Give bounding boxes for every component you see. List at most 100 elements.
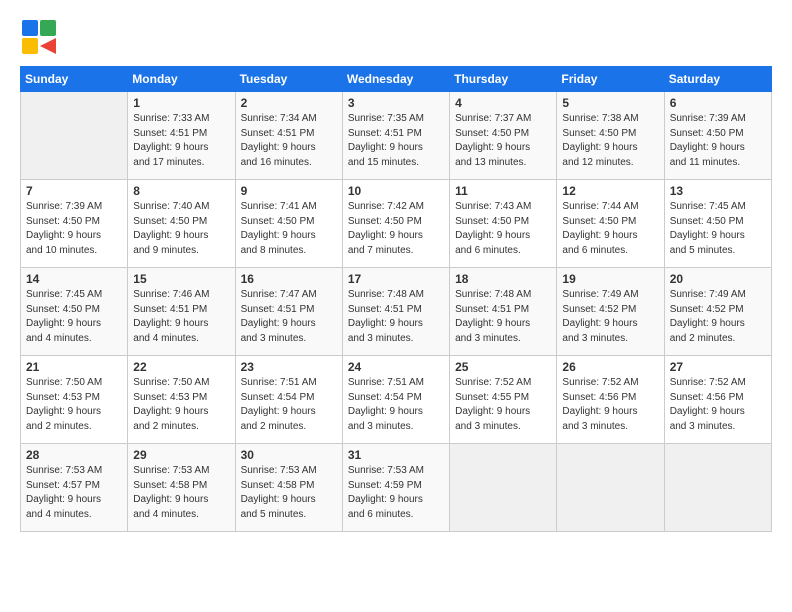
cell-date: 21 — [26, 360, 122, 374]
cell-info: Sunrise: 7:48 AM Sunset: 4:51 PM Dayligh… — [348, 288, 444, 346]
cell-date: 3 — [348, 96, 444, 110]
weekday-header: Friday — [557, 67, 664, 92]
cell-info: Sunrise: 7:39 AM Sunset: 4:50 PM Dayligh… — [670, 112, 766, 170]
cell-info: Sunrise: 7:52 AM Sunset: 4:56 PM Dayligh… — [670, 376, 766, 434]
cell-info: Sunrise: 7:35 AM Sunset: 4:51 PM Dayligh… — [348, 112, 444, 170]
calendar-cell: 11 Sunrise: 7:43 AM Sunset: 4:50 PM Dayli… — [450, 180, 557, 268]
cell-info: Sunrise: 7:38 AM Sunset: 4:50 PM Dayligh… — [562, 112, 658, 170]
cell-info: Sunrise: 7:48 AM Sunset: 4:51 PM Dayligh… — [455, 288, 551, 346]
cell-date: 18 — [455, 272, 551, 286]
calendar-cell: 14Sunrise: 7:45 AM Sunset: 4:50 PM Dayli… — [21, 268, 128, 356]
calendar-cell: 5 Sunrise: 7:38 AM Sunset: 4:50 PM Daylig… — [557, 92, 664, 180]
cell-info: Sunrise: 7:42 AM Sunset: 4:50 PM Dayligh… — [348, 200, 444, 258]
calendar-cell: 23Sunrise: 7:51 AM Sunset: 4:54 PM Dayli… — [235, 356, 342, 444]
cell-date: 10 — [348, 184, 444, 198]
cell-info: Sunrise: 7:34 AM Sunset: 4:51 PM Dayligh… — [241, 112, 337, 170]
cell-info: Sunrise: 7:49 AM Sunset: 4:52 PM Dayligh… — [562, 288, 658, 346]
logo — [20, 18, 64, 56]
cell-date: 17 — [348, 272, 444, 286]
calendar-cell: 31 Sunrise: 7:53 AM Sunset: 4:59 PM Dayli… — [342, 444, 449, 532]
cell-date: 29 — [133, 448, 229, 462]
calendar-week-row: 14Sunrise: 7:45 AM Sunset: 4:50 PM Dayli… — [21, 268, 772, 356]
calendar-cell: 17 Sunrise: 7:48 AM Sunset: 4:51 PM Dayli… — [342, 268, 449, 356]
calendar-cell: 12Sunrise: 7:44 AM Sunset: 4:50 PM Dayli… — [557, 180, 664, 268]
calendar-cell: 18 Sunrise: 7:48 AM Sunset: 4:51 PM Dayli… — [450, 268, 557, 356]
calendar-cell: 8 Sunrise: 7:40 AM Sunset: 4:50 PM Daylig… — [128, 180, 235, 268]
cell-info: Sunrise: 7:50 AM Sunset: 4:53 PM Dayligh… — [26, 376, 122, 434]
weekday-header: Sunday — [21, 67, 128, 92]
cell-date: 6 — [670, 96, 766, 110]
calendar-cell: 3 Sunrise: 7:35 AM Sunset: 4:51 PM Daylig… — [342, 92, 449, 180]
calendar-cell: 21 Sunrise: 7:50 AM Sunset: 4:53 PM Dayli… — [21, 356, 128, 444]
calendar-body: 1 Sunrise: 7:33 AM Sunset: 4:51 PM Daylig… — [21, 92, 772, 532]
cell-info: Sunrise: 7:43 AM Sunset: 4:50 PM Dayligh… — [455, 200, 551, 258]
calendar-cell: 6 Sunrise: 7:39 AM Sunset: 4:50 PM Daylig… — [664, 92, 771, 180]
calendar-cell: 28 Sunrise: 7:53 AM Sunset: 4:57 PM Dayli… — [21, 444, 128, 532]
cell-info: Sunrise: 7:52 AM Sunset: 4:56 PM Dayligh… — [562, 376, 658, 434]
calendar-cell: 26Sunrise: 7:52 AM Sunset: 4:56 PM Dayli… — [557, 356, 664, 444]
cell-info: Sunrise: 7:33 AM Sunset: 4:51 PM Dayligh… — [133, 112, 229, 170]
weekday-header: Saturday — [664, 67, 771, 92]
calendar-week-row: 7 Sunrise: 7:39 AM Sunset: 4:50 PM Daylig… — [21, 180, 772, 268]
cell-info: Sunrise: 7:51 AM Sunset: 4:54 PM Dayligh… — [241, 376, 337, 434]
cell-date: 24 — [348, 360, 444, 374]
cell-date: 27 — [670, 360, 766, 374]
cell-date: 5 — [562, 96, 658, 110]
calendar-week-row: 1 Sunrise: 7:33 AM Sunset: 4:51 PM Daylig… — [21, 92, 772, 180]
page: SundayMondayTuesdayWednesdayThursdayFrid… — [0, 0, 792, 612]
cell-date: 22 — [133, 360, 229, 374]
cell-info: Sunrise: 7:41 AM Sunset: 4:50 PM Dayligh… — [241, 200, 337, 258]
calendar-cell: 4Sunrise: 7:37 AM Sunset: 4:50 PM Daylig… — [450, 92, 557, 180]
weekday-header: Monday — [128, 67, 235, 92]
calendar-header: SundayMondayTuesdayWednesdayThursdayFrid… — [21, 67, 772, 92]
cell-info: Sunrise: 7:53 AM Sunset: 4:59 PM Dayligh… — [348, 464, 444, 522]
calendar-cell: 7 Sunrise: 7:39 AM Sunset: 4:50 PM Daylig… — [21, 180, 128, 268]
cell-date: 25 — [455, 360, 551, 374]
calendar-week-row: 21 Sunrise: 7:50 AM Sunset: 4:53 PM Dayli… — [21, 356, 772, 444]
cell-date: 8 — [133, 184, 229, 198]
cell-date: 1 — [133, 96, 229, 110]
calendar-cell: 13Sunrise: 7:45 AM Sunset: 4:50 PM Dayli… — [664, 180, 771, 268]
cell-info: Sunrise: 7:50 AM Sunset: 4:53 PM Dayligh… — [133, 376, 229, 434]
cell-date: 30 — [241, 448, 337, 462]
calendar-cell: 30 Sunrise: 7:53 AM Sunset: 4:58 PM Dayli… — [235, 444, 342, 532]
calendar-week-row: 28 Sunrise: 7:53 AM Sunset: 4:57 PM Dayli… — [21, 444, 772, 532]
logo-icon — [20, 18, 58, 56]
calendar-cell: 25 Sunrise: 7:52 AM Sunset: 4:55 PM Dayli… — [450, 356, 557, 444]
calendar-cell — [450, 444, 557, 532]
cell-info: Sunrise: 7:49 AM Sunset: 4:52 PM Dayligh… — [670, 288, 766, 346]
calendar-cell: 19 Sunrise: 7:49 AM Sunset: 4:52 PM Dayli… — [557, 268, 664, 356]
cell-info: Sunrise: 7:53 AM Sunset: 4:58 PM Dayligh… — [241, 464, 337, 522]
calendar-cell: 20 Sunrise: 7:49 AM Sunset: 4:52 PM Dayli… — [664, 268, 771, 356]
calendar-cell: 1 Sunrise: 7:33 AM Sunset: 4:51 PM Daylig… — [128, 92, 235, 180]
cell-info: Sunrise: 7:53 AM Sunset: 4:58 PM Dayligh… — [133, 464, 229, 522]
cell-info: Sunrise: 7:40 AM Sunset: 4:50 PM Dayligh… — [133, 200, 229, 258]
cell-date: 16 — [241, 272, 337, 286]
cell-date: 28 — [26, 448, 122, 462]
cell-info: Sunrise: 7:39 AM Sunset: 4:50 PM Dayligh… — [26, 200, 122, 258]
cell-info: Sunrise: 7:45 AM Sunset: 4:50 PM Dayligh… — [670, 200, 766, 258]
cell-date: 7 — [26, 184, 122, 198]
cell-date: 19 — [562, 272, 658, 286]
calendar-cell: 16Sunrise: 7:47 AM Sunset: 4:51 PM Dayli… — [235, 268, 342, 356]
cell-date: 4 — [455, 96, 551, 110]
cell-date: 11 — [455, 184, 551, 198]
calendar-cell: 15 Sunrise: 7:46 AM Sunset: 4:51 PM Dayli… — [128, 268, 235, 356]
cell-date: 31 — [348, 448, 444, 462]
calendar-cell — [664, 444, 771, 532]
calendar-cell — [557, 444, 664, 532]
calendar-cell: 22 Sunrise: 7:50 AM Sunset: 4:53 PM Dayli… — [128, 356, 235, 444]
calendar-cell: 27 Sunrise: 7:52 AM Sunset: 4:56 PM Dayli… — [664, 356, 771, 444]
cell-info: Sunrise: 7:51 AM Sunset: 4:54 PM Dayligh… — [348, 376, 444, 434]
cell-info: Sunrise: 7:52 AM Sunset: 4:55 PM Dayligh… — [455, 376, 551, 434]
calendar: SundayMondayTuesdayWednesdayThursdayFrid… — [20, 66, 772, 532]
cell-date: 15 — [133, 272, 229, 286]
cell-info: Sunrise: 7:46 AM Sunset: 4:51 PM Dayligh… — [133, 288, 229, 346]
cell-date: 9 — [241, 184, 337, 198]
cell-info: Sunrise: 7:53 AM Sunset: 4:57 PM Dayligh… — [26, 464, 122, 522]
cell-date: 14 — [26, 272, 122, 286]
cell-date: 20 — [670, 272, 766, 286]
calendar-cell: 10 Sunrise: 7:42 AM Sunset: 4:50 PM Dayli… — [342, 180, 449, 268]
cell-info: Sunrise: 7:44 AM Sunset: 4:50 PM Dayligh… — [562, 200, 658, 258]
cell-date: 2 — [241, 96, 337, 110]
